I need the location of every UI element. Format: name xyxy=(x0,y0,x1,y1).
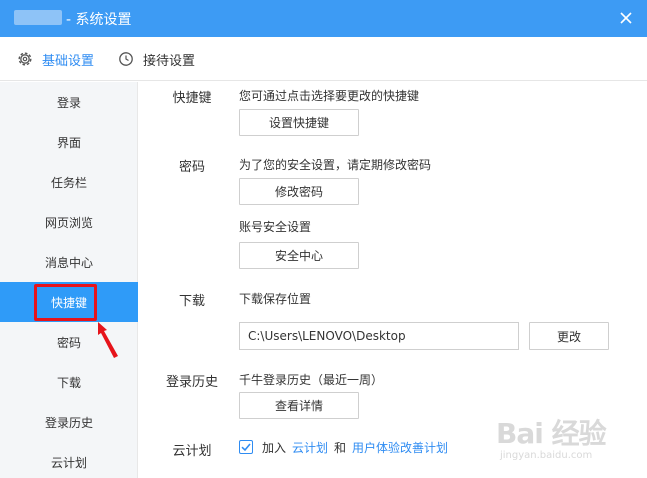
blurred-app-name xyxy=(14,10,62,25)
login-history-section-label: 登录历史 xyxy=(165,375,218,390)
download-section-label: 下载 xyxy=(178,294,205,309)
tab-label: 接待设置 xyxy=(143,53,196,69)
download-path-input[interactable] xyxy=(239,322,519,350)
window-title: - 系统设置 xyxy=(66,12,132,28)
and-text: 和 xyxy=(334,440,347,455)
change-password-button[interactable]: 修改密码 xyxy=(239,178,359,205)
set-shortcut-button[interactable]: 设置快捷键 xyxy=(239,109,359,136)
highlight-box xyxy=(34,284,97,321)
tab-basic-settings[interactable]: 基础设置 xyxy=(16,37,94,81)
cloud-plan-checkbox[interactable] xyxy=(239,440,253,454)
cloud-plan-section-label: 云计划 xyxy=(172,444,212,459)
close-icon[interactable] xyxy=(615,7,637,29)
login-history-description: 千牛登录历史（最近一周） xyxy=(239,373,384,387)
gear-icon xyxy=(18,52,32,66)
cloud-plan-row: 加入 云计划 和 用户体验改善计划 xyxy=(239,438,448,456)
watermark-sub: jingyan.baidu.com xyxy=(500,450,593,461)
tab-label: 基础设置 xyxy=(42,53,95,69)
sidebar-item-taskbar[interactable]: 任务栏 xyxy=(0,162,138,202)
change-path-button[interactable]: 更改 xyxy=(529,322,609,350)
shortcut-description: 您可通过点击选择要更改的快捷键 xyxy=(239,89,420,103)
red-arrow-icon xyxy=(98,322,118,358)
sidebar-item-cloud-plan[interactable]: 云计划 xyxy=(0,442,138,478)
title-bar: - 系统设置 xyxy=(0,0,647,37)
clock-icon xyxy=(119,52,133,66)
tab-reception-settings[interactable]: 接待设置 xyxy=(117,37,195,81)
sidebar-item-login[interactable]: 登录 xyxy=(0,82,138,122)
sidebar-item-download[interactable]: 下载 xyxy=(0,362,138,402)
view-details-button[interactable]: 查看详情 xyxy=(239,392,359,419)
sidebar-item-login-history[interactable]: 登录历史 xyxy=(0,402,138,442)
settings-tabs: 基础设置 接待设置 xyxy=(0,37,647,81)
sidebar-item-interface[interactable]: 界面 xyxy=(0,122,138,162)
user-experience-plan-link[interactable]: 用户体验改善计划 xyxy=(352,439,448,456)
shortcut-section-label: 快捷键 xyxy=(172,91,212,106)
sidebar-item-message-center[interactable]: 消息中心 xyxy=(0,242,138,282)
sidebar-item-web-browsing[interactable]: 网页浏览 xyxy=(0,202,138,242)
download-description: 下载保存位置 xyxy=(239,292,312,306)
checkmark-icon xyxy=(241,443,251,452)
security-center-button[interactable]: 安全中心 xyxy=(239,242,359,269)
watermark-main: Bai 经验 xyxy=(496,417,607,450)
sidebar: 登录 界面 任务栏 网页浏览 消息中心 快捷键 密码 下载 登录历史 云计划 xyxy=(0,82,138,478)
password-description: 为了您的安全设置，请定期修改密码 xyxy=(239,158,432,172)
baidu-watermark-logo: Bai 经验 jingyan.baidu.com xyxy=(496,412,616,472)
account-security-description: 账号安全设置 xyxy=(239,220,312,234)
cloud-plan-link[interactable]: 云计划 xyxy=(292,439,328,456)
join-text: 加入 xyxy=(262,440,287,455)
password-section-label: 密码 xyxy=(178,160,205,175)
